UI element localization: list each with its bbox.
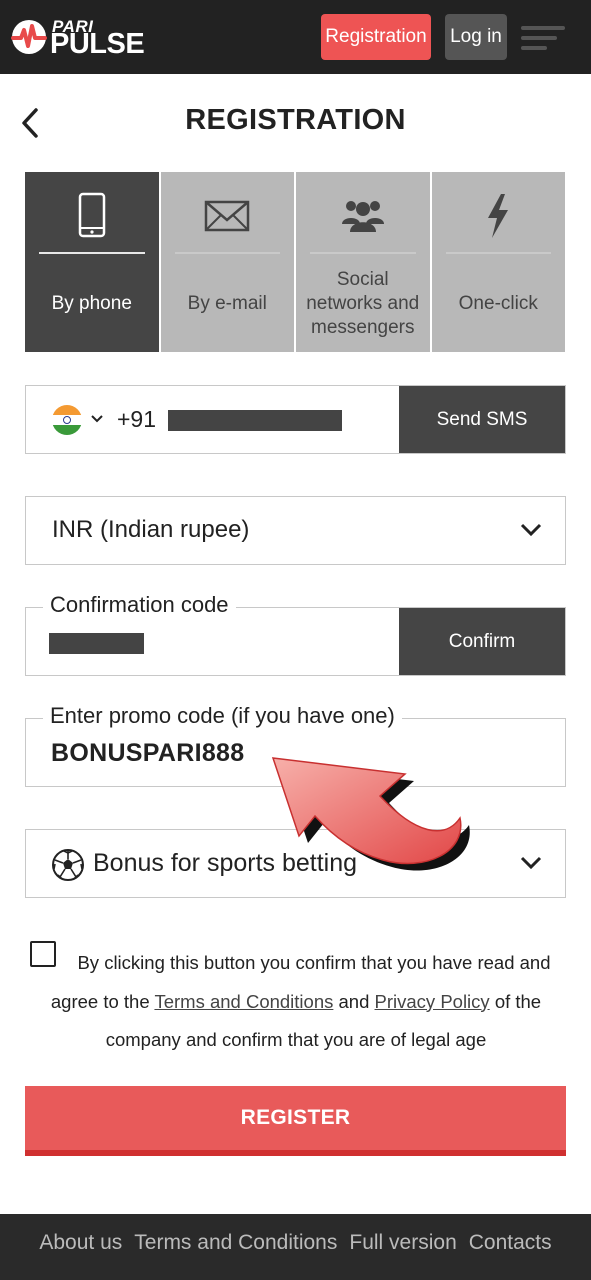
phone-icon — [78, 192, 105, 238]
currency-select[interactable]: INR (Indian rupee) — [25, 496, 566, 565]
send-sms-button[interactable]: Send SMS — [399, 386, 565, 453]
phone-country-code: +91 — [117, 406, 157, 432]
chevron-down-icon — [520, 856, 542, 870]
confirm-button[interactable]: Confirm — [399, 608, 565, 675]
tab-divider — [39, 252, 145, 254]
footer-link-full-version[interactable]: Full version — [349, 1231, 456, 1255]
page-title: REGISTRATION — [185, 104, 406, 136]
agreement-text-part: and — [338, 990, 370, 1012]
tab-divider — [310, 252, 416, 254]
tab-social-networks[interactable]: Social networks and messengers — [296, 172, 432, 352]
confirmation-code-label: Confirmation code — [43, 592, 236, 618]
footer: About us Terms and Conditions Full versi… — [0, 1214, 591, 1280]
register-button[interactable]: REGISTER — [25, 1086, 566, 1156]
envelope-icon — [205, 200, 250, 232]
logo-pulse-icon — [11, 20, 47, 54]
tab-label: By e-mail — [187, 293, 267, 314]
confirmation-code-input[interactable] — [49, 633, 144, 654]
promo-code-value: BONUSPARI888 — [51, 739, 245, 767]
tab-divider — [445, 252, 551, 254]
login-button[interactable]: Log in — [445, 14, 507, 60]
phone-field: +91 Send SMS — [25, 385, 566, 454]
tab-label: By phone — [51, 293, 132, 314]
registration-method-tabs: By phone By e-mail Social networks and m… — [25, 172, 565, 352]
registration-button[interactable]: Registration — [321, 14, 431, 60]
agreement-text: By clicking this button you confirm that… — [26, 944, 566, 1060]
users-icon — [341, 201, 384, 232]
tab-by-phone[interactable]: By phone — [25, 172, 161, 352]
footer-link-about[interactable]: About us — [39, 1231, 122, 1255]
footer-link-terms[interactable]: Terms and Conditions — [134, 1231, 337, 1255]
lightning-icon — [488, 194, 509, 238]
currency-value: INR (Indian rupee) — [52, 516, 250, 543]
promo-code-label: Enter promo code (if you have one) — [43, 703, 402, 729]
tab-divider — [174, 252, 280, 254]
tab-label: One-click — [458, 293, 538, 314]
menu-icon[interactable] — [521, 26, 565, 50]
logo-text-pulse: PULSE — [50, 28, 145, 60]
footer-link-contacts[interactable]: Contacts — [469, 1231, 552, 1255]
india-flag-icon[interactable] — [52, 405, 82, 435]
pari-pulse-logo[interactable]: PARI PULSE — [10, 14, 160, 60]
annotation-arrow — [271, 757, 470, 871]
top-bar: PARI PULSE Registration Log in — [0, 0, 591, 74]
phone-number-input[interactable] — [168, 410, 342, 431]
terms-link[interactable]: Terms and Conditions — [154, 991, 333, 1012]
tab-one-click[interactable]: One-click — [431, 172, 565, 352]
tab-by-email[interactable]: By e-mail — [160, 172, 296, 352]
chevron-down-icon[interactable] — [90, 412, 104, 426]
tab-label: Social networks and messengers — [306, 269, 420, 338]
chevron-down-icon — [520, 523, 542, 537]
soccer-ball-icon — [52, 849, 84, 881]
privacy-policy-link[interactable]: Privacy Policy — [375, 991, 490, 1012]
